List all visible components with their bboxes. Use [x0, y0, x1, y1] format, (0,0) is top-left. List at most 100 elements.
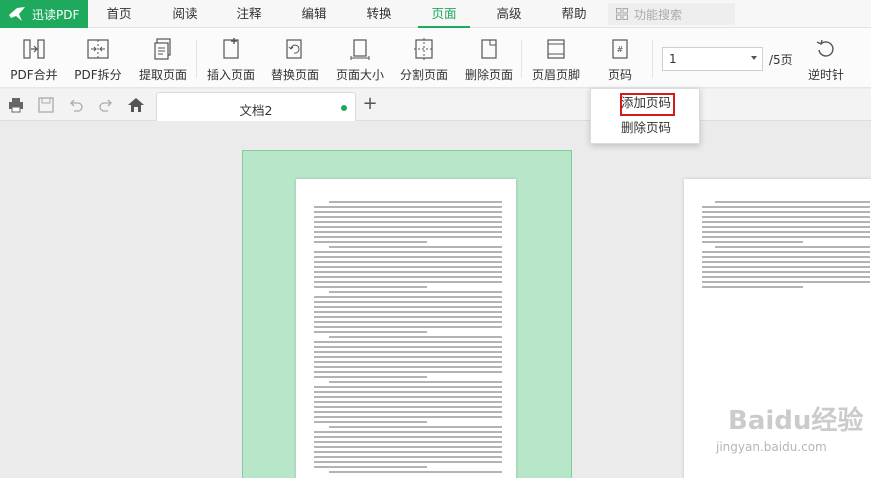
header-footer-icon [527, 37, 585, 61]
save-icon[interactable] [36, 95, 56, 115]
menu-page[interactable]: 页面 [418, 0, 470, 28]
text-line [314, 231, 502, 233]
text-line [702, 231, 870, 233]
text-line [702, 216, 870, 218]
tool-label: PDF拆分 [74, 68, 122, 82]
header-footer-button[interactable]: 页眉页脚 [527, 37, 585, 85]
text-line [314, 456, 502, 458]
ribbon-toolbar: PDF合并 PDF拆分 提取页面 插入页面 替换页面 页面大小 分割页面 删除页… [0, 28, 871, 88]
text-line [314, 376, 427, 378]
add-page-number-item[interactable]: 添加页码 [591, 92, 701, 116]
text-line [702, 226, 870, 228]
text-line [314, 206, 502, 208]
text-line [314, 306, 502, 308]
text-line [314, 416, 502, 418]
text-line [314, 361, 502, 363]
ribbon-separator [196, 40, 197, 78]
rotate-ccw-button[interactable]: 逆时针 [803, 37, 849, 85]
text-line [329, 336, 502, 338]
text-line [314, 216, 502, 218]
text-line [314, 301, 502, 303]
delete-page-button[interactable]: 删除页面 [460, 37, 518, 85]
replace-page-button[interactable]: 替换页面 [266, 37, 324, 85]
menu-home[interactable]: 首页 [94, 0, 144, 28]
document-page[interactable] [296, 179, 516, 478]
menu-advanced[interactable]: 高级 [484, 0, 534, 28]
menu-convert[interactable]: 转换 [355, 0, 403, 28]
redo-icon[interactable] [96, 95, 116, 115]
tab-document[interactable]: 文档2 [156, 92, 356, 121]
menu-read[interactable]: 阅读 [160, 0, 210, 28]
print-icon[interactable] [6, 95, 26, 115]
text-line [314, 241, 427, 243]
pdf-split-button[interactable]: PDF拆分 [70, 37, 126, 85]
extract-page-button[interactable]: 提取页面 [135, 37, 191, 85]
page-size-icon [331, 37, 389, 61]
text-line [702, 241, 803, 243]
merge-icon [6, 37, 62, 61]
menu-edit[interactable]: 编辑 [289, 0, 339, 28]
text-line [314, 356, 502, 358]
page-number-value: 1 [669, 52, 677, 66]
pdf-merge-button[interactable]: PDF合并 [6, 37, 62, 85]
text-line [314, 411, 502, 413]
text-line [314, 431, 502, 433]
ribbon-separator [652, 40, 653, 78]
new-tab-button[interactable]: + [360, 94, 380, 114]
page-number-button[interactable]: # 页码 [594, 37, 646, 85]
rotate-ccw-icon [803, 37, 849, 61]
tool-label: 替换页面 [270, 68, 319, 82]
tool-label: 提取页面 [138, 68, 187, 82]
text-line [314, 401, 502, 403]
text-line [314, 321, 502, 323]
text-line [314, 391, 502, 393]
text-line [314, 461, 502, 463]
home-icon[interactable] [126, 95, 146, 115]
text-line [314, 326, 502, 328]
text-line [314, 236, 502, 238]
delete-page-number-item[interactable]: 删除页码 [591, 117, 701, 139]
page-text-lines [314, 201, 502, 476]
menu-annotate[interactable]: 注释 [224, 0, 274, 28]
text-line [702, 271, 870, 273]
tool-label: 页码 [607, 68, 632, 82]
document-workspace[interactable] [0, 122, 871, 478]
text-line [314, 371, 502, 373]
text-line [314, 211, 502, 213]
split-icon [70, 37, 126, 61]
quick-toolbar: 文档2 + [0, 89, 871, 121]
page-total: /5页 [769, 53, 793, 67]
unsaved-dot-icon [341, 105, 347, 111]
tool-label: 插入页面 [206, 68, 255, 82]
tool-label: 页眉页脚 [531, 68, 580, 82]
page-number-icon: # [594, 37, 646, 61]
divide-page-button[interactable]: 分割页面 [395, 37, 453, 85]
text-line [314, 406, 502, 408]
text-line [314, 341, 502, 343]
page-size-button[interactable]: 页面大小 [331, 37, 389, 85]
text-line [314, 331, 427, 333]
text-line [329, 381, 502, 383]
menu-bar: 迅读PDF 首页 阅读 注释 编辑 转换 页面 高级 帮助 功能搜索 [0, 0, 871, 28]
document-page[interactable] [684, 179, 871, 478]
insert-page-button[interactable]: 插入页面 [202, 37, 260, 85]
function-search[interactable]: 功能搜索 [608, 3, 735, 25]
text-line [702, 276, 870, 278]
text-line [702, 281, 870, 283]
undo-icon[interactable] [66, 95, 86, 115]
grid-icon [616, 8, 628, 20]
text-line [329, 471, 502, 473]
page-number-select[interactable]: 1 [662, 47, 763, 71]
menu-help[interactable]: 帮助 [549, 0, 599, 28]
text-line [314, 441, 502, 443]
text-line [314, 276, 502, 278]
text-line [702, 286, 803, 288]
text-line [314, 311, 502, 313]
text-line [314, 271, 502, 273]
highlight-box [620, 93, 675, 116]
text-line [702, 256, 870, 258]
text-line [314, 256, 502, 258]
text-line [314, 296, 502, 298]
tool-label: 逆时针 [807, 68, 844, 82]
chevron-down-icon [751, 56, 757, 60]
